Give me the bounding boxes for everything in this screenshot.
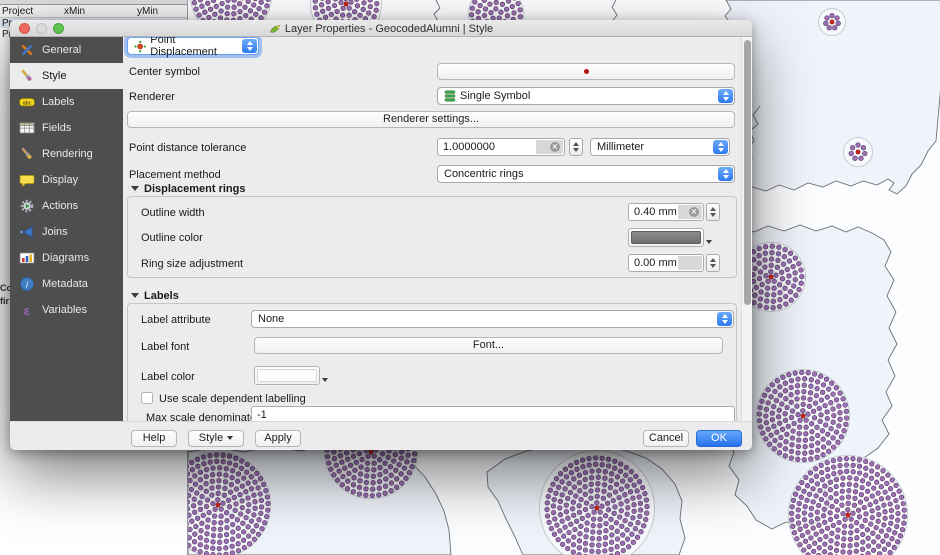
scale-dependent-label: Use scale dependent labelling [159, 393, 306, 405]
unit-select[interactable]: Millimeter [590, 138, 730, 156]
column-header-ymin: yMin [137, 6, 158, 17]
speech-bubble-icon [19, 172, 35, 188]
background-table-header: Project xMin yMin [0, 5, 187, 18]
dialog-title: Layer Properties - GeocodedAlumni | Styl… [285, 23, 493, 35]
point-distance-spinner[interactable] [569, 138, 583, 156]
sidebar-item-rendering[interactable]: Rendering [10, 141, 123, 167]
combo-stepper-icon [718, 167, 733, 181]
paintbrush-icon [19, 68, 35, 84]
sidebar-item-fields[interactable]: Fields [10, 115, 123, 141]
combo-stepper-icon [242, 39, 257, 53]
epsilon-icon: ε [19, 302, 35, 318]
apply-button[interactable]: Apply [255, 430, 301, 447]
color-dropdown-arrow-icon[interactable] [706, 240, 712, 244]
center-symbol-preview-icon [584, 69, 589, 74]
info-icon: i [19, 276, 35, 292]
renderer-select[interactable]: Single Symbol [437, 87, 735, 105]
scrollbar-thumb[interactable] [744, 40, 751, 305]
color-dropdown-arrow-icon[interactable] [322, 378, 328, 382]
join-icon [19, 224, 35, 240]
label-color-label: Label color [141, 371, 195, 383]
sidebar-item-display[interactable]: Display [10, 167, 123, 193]
column-header-xmin: xMin [64, 6, 85, 17]
dialog-footer: Help Style Apply Cancel OK [10, 421, 752, 450]
cancel-button[interactable]: Cancel [643, 430, 689, 447]
minimize-button[interactable] [36, 23, 47, 34]
background-text-fragment: fir [0, 296, 9, 306]
label-color-button[interactable] [254, 366, 320, 385]
zoom-button[interactable] [53, 23, 64, 34]
label-attribute-select[interactable]: None [251, 310, 734, 328]
scale-dependent-checkbox[interactable] [141, 392, 153, 404]
color-swatch [631, 231, 701, 244]
properties-sidebar: General Style abc Labels [10, 37, 123, 450]
color-swatch [257, 369, 317, 382]
style-panel-content: Point Displacement Center symbol Rendere… [123, 37, 741, 421]
sidebar-item-joins[interactable]: Joins [10, 219, 123, 245]
displacement-rings-header[interactable]: Displacement rings [131, 183, 245, 195]
point-distance-tolerance-input[interactable]: 1.0000000 [437, 138, 565, 156]
placement-method-label: Placement method [129, 169, 221, 181]
outline-width-spinner[interactable] [706, 203, 720, 221]
sidebar-item-general[interactable]: General [10, 37, 123, 63]
point-distance-tolerance-label: Point distance tolerance [129, 142, 246, 154]
renderer-label: Renderer [129, 91, 175, 103]
label-attribute-label: Label attribute [141, 314, 211, 326]
help-button[interactable]: Help [131, 430, 177, 447]
single-symbol-icon [444, 90, 456, 102]
sidebar-item-labels[interactable]: abc Labels [10, 89, 123, 115]
outline-color-button[interactable] [628, 228, 704, 247]
style-menu-button[interactable]: Style [188, 430, 244, 447]
label-font-label: Label font [141, 341, 189, 353]
displacement-rings-group: Outline width 0.40 mm Outline color Ring… [127, 196, 737, 278]
labels-group: Label attribute None Label font Font... … [127, 303, 737, 421]
outline-width-input[interactable]: 0.40 mm [628, 203, 704, 221]
sidebar-item-style[interactable]: Style [10, 63, 123, 89]
ring-size-input[interactable]: 0.00 mm [628, 254, 704, 272]
renderer-type-select[interactable]: Point Displacement [127, 37, 259, 55]
placement-method-select[interactable]: Concentric rings [437, 165, 735, 183]
column-header-project: Project [2, 6, 33, 17]
combo-stepper-icon [717, 312, 732, 326]
combo-stepper-icon [713, 140, 728, 154]
font-button[interactable]: Font... [254, 337, 723, 354]
clear-icon[interactable] [689, 207, 699, 217]
point-displacement-icon [134, 40, 146, 53]
layer-properties-dialog: Layer Properties - GeocodedAlumni | Styl… [10, 20, 752, 450]
gear-action-icon [19, 198, 35, 214]
max-scale-input[interactable]: -1 [251, 406, 735, 421]
close-button[interactable] [19, 23, 30, 34]
ring-size-spinner[interactable] [706, 254, 720, 272]
clear-icon[interactable] [550, 142, 560, 152]
max-scale-label: Max scale denominator [146, 412, 260, 421]
center-symbol-button[interactable] [437, 63, 735, 80]
qgis-logo-icon [269, 23, 281, 35]
table-icon [19, 120, 35, 136]
render-brush-icon [19, 146, 35, 162]
ok-button[interactable]: OK [696, 430, 742, 447]
chart-icon [19, 250, 35, 266]
outline-width-label: Outline width [141, 207, 205, 219]
svg-text:abc: abc [23, 100, 32, 106]
content-scrollbar[interactable] [741, 37, 752, 421]
center-symbol-label: Center symbol [129, 66, 200, 78]
sidebar-item-metadata[interactable]: i Metadata [10, 271, 123, 297]
svg-text:ε: ε [24, 303, 30, 318]
tools-icon [19, 42, 35, 58]
collapse-triangle-icon [131, 293, 139, 298]
sidebar-item-variables[interactable]: ε Variables [10, 297, 123, 323]
collapse-triangle-icon [131, 186, 139, 191]
combo-stepper-icon [718, 89, 733, 103]
sidebar-item-actions[interactable]: Actions [10, 193, 123, 219]
labels-section-header[interactable]: Labels [131, 290, 179, 302]
ring-size-label: Ring size adjustment [141, 258, 243, 270]
abc-label-icon: abc [19, 94, 35, 110]
dropdown-arrow-icon [227, 436, 233, 440]
renderer-settings-button[interactable]: Renderer settings... [127, 111, 735, 128]
sidebar-item-diagrams[interactable]: Diagrams [10, 245, 123, 271]
outline-color-label: Outline color [141, 232, 203, 244]
dialog-titlebar[interactable]: Layer Properties - GeocodedAlumni | Styl… [10, 20, 752, 37]
